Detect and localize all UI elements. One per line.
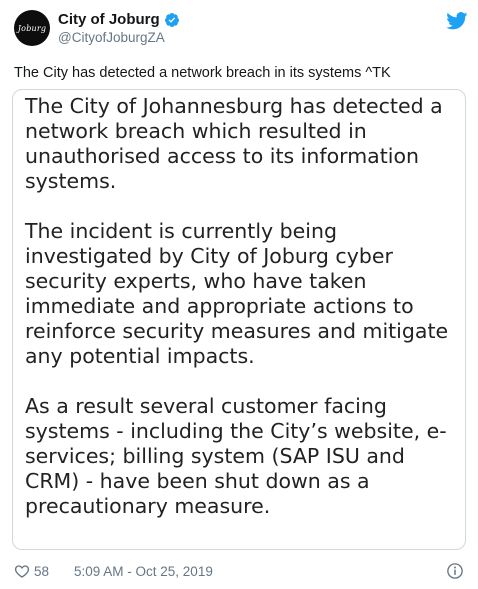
tweet-header: Joburg City of Joburg @CityofJoburgZA (14, 10, 470, 50)
image-paragraph-2: The incident is currently being investig… (25, 219, 449, 368)
timestamp-link[interactable]: 5:09 AM - Oct 25, 2019 (74, 564, 213, 579)
twitter-bird-icon[interactable] (446, 12, 468, 30)
avatar-logo-text: Joburg (17, 23, 47, 33)
like-button[interactable]: 58 (14, 563, 49, 579)
image-paragraph-1: The City of Johannesburg has detected a … (25, 94, 443, 193)
handle[interactable]: @CityofJoburgZA (58, 30, 180, 45)
display-name-row: City of Joburg (58, 11, 180, 28)
verified-badge-icon (164, 12, 179, 27)
like-count: 58 (34, 563, 50, 579)
avatar[interactable]: Joburg (14, 10, 50, 46)
heart-icon (14, 565, 30, 578)
tweet-text: The City has detected a network breach i… (14, 65, 391, 81)
image-paragraph-3: As a result several customer facing syst… (25, 394, 447, 518)
image-statement: The City of Johannesburg has detected a … (25, 94, 461, 544)
attached-image[interactable]: The City of Johannesburg has detected a … (12, 89, 466, 550)
tweet-footer: 58 5:09 AM - Oct 25, 2019 (14, 562, 466, 584)
author-names: City of Joburg @CityofJoburgZA (58, 11, 180, 45)
tweet-card: Joburg City of Joburg @CityofJoburgZA Th… (0, 0, 478, 589)
display-name[interactable]: City of Joburg (58, 11, 160, 28)
info-icon[interactable] (446, 562, 464, 580)
